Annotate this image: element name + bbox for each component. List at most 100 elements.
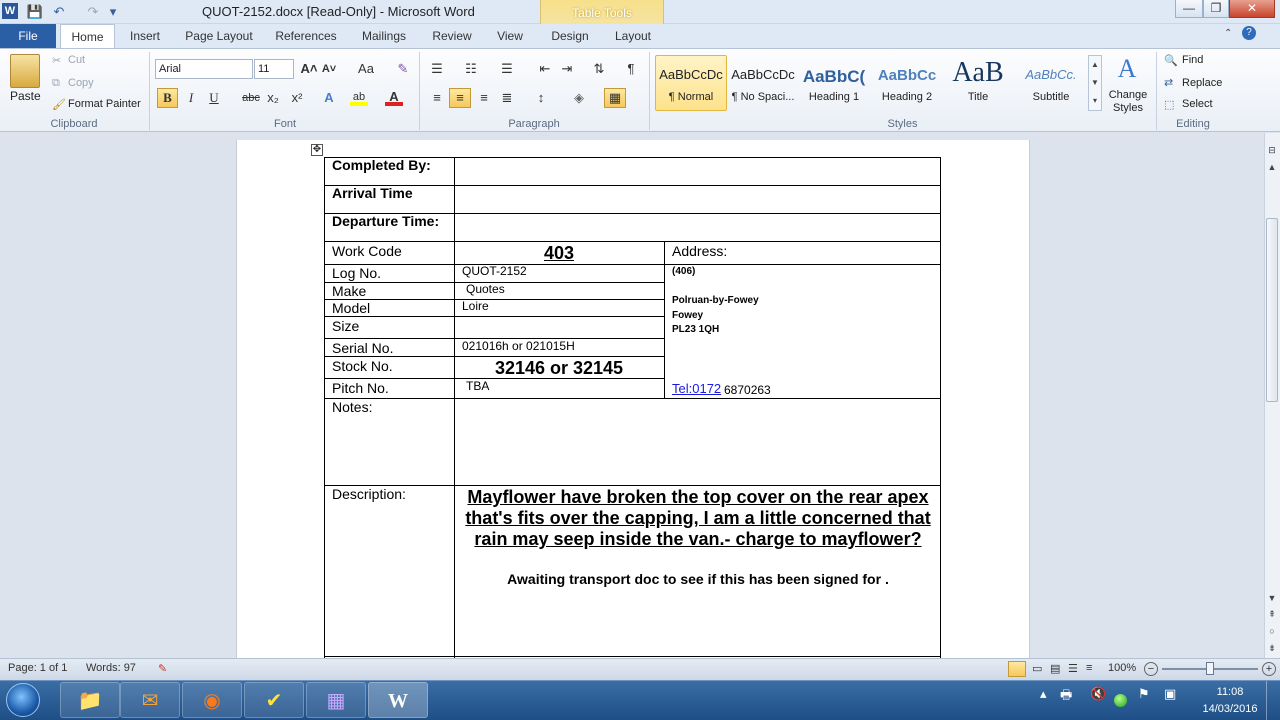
tab-view[interactable]: View	[490, 24, 530, 48]
tab-file[interactable]: File	[0, 24, 56, 48]
style-subtitle[interactable]: AaBbCc. Subtitle	[1016, 55, 1086, 109]
italic-button[interactable]: I	[182, 89, 200, 107]
action-center-flag-icon[interactable]: ⚑	[1138, 686, 1150, 702]
zoom-out-icon[interactable]: −	[1144, 662, 1158, 676]
tab-home[interactable]: Home	[60, 24, 115, 49]
style-title[interactable]: AaB Title	[943, 55, 1013, 109]
customize-quick-access-icon[interactable]: ▾	[104, 3, 122, 21]
underline-button[interactable]: U	[205, 89, 223, 107]
ruler-toggle-icon[interactable]: ⊟	[1265, 143, 1279, 157]
tab-review[interactable]: Review	[426, 24, 478, 48]
numbering-icon[interactable]: ☷	[462, 60, 480, 78]
word-taskbar-icon[interactable]: W	[368, 682, 428, 718]
volume-muted-icon[interactable]: 🔇	[1090, 686, 1106, 702]
format-painter-button[interactable]: Format Painter	[68, 98, 141, 110]
explorer-taskbar-icon[interactable]: 📁	[60, 682, 120, 718]
outline-icon[interactable]: ☰	[1068, 662, 1078, 675]
align-left-icon[interactable]: ≡	[428, 89, 446, 107]
superscript-button[interactable]: x²	[288, 89, 306, 107]
full-screen-reading-icon[interactable]: ▭	[1032, 662, 1042, 675]
printer-tray-icon[interactable]: 🖶	[1060, 686, 1072, 708]
paste-icon[interactable]	[10, 54, 40, 88]
show-hidden-icons[interactable]: ▴	[1040, 686, 1047, 702]
shrink-font-icon[interactable]: A˅	[320, 60, 338, 78]
find-button[interactable]: Find	[1182, 54, 1203, 66]
paste-button[interactable]: Paste	[10, 89, 41, 103]
outlook-taskbar-icon[interactable]: ✉	[120, 682, 180, 718]
clock-date[interactable]: 14/03/2016	[1200, 703, 1260, 715]
help-icon[interactable]: ?	[1242, 26, 1256, 40]
scroll-down-icon[interactable]: ▼	[1265, 591, 1279, 605]
style-heading-1[interactable]: AaBbC( Heading 1	[799, 55, 869, 109]
scroll-thumb[interactable]	[1266, 218, 1278, 402]
tab-mailings[interactable]: Mailings	[354, 24, 414, 48]
bullets-icon[interactable]: ☰	[428, 60, 446, 78]
change-case-icon[interactable]: Aa	[354, 60, 378, 78]
style-no-spacing[interactable]: AaBbCcDc ¶ No Spaci...	[728, 55, 798, 109]
firefox-taskbar-icon[interactable]: ◉	[182, 682, 242, 718]
highlight-icon[interactable]: ab	[350, 88, 368, 106]
cut-button[interactable]: Cut	[68, 54, 85, 66]
font-size-combo[interactable]: 11	[254, 59, 294, 79]
next-page-icon[interactable]: ⇟	[1265, 641, 1279, 655]
clock-time[interactable]: 11:08	[1208, 686, 1252, 698]
borders-icon[interactable]: ▦	[604, 88, 626, 108]
start-button[interactable]	[6, 683, 40, 717]
align-center-icon[interactable]: ≡	[449, 88, 471, 108]
grow-font-icon[interactable]: A˄	[300, 60, 318, 78]
word-app-icon[interactable]: W	[2, 3, 18, 19]
multilevel-list-icon[interactable]: ☰	[498, 60, 516, 78]
previous-page-icon[interactable]: ⇞	[1265, 607, 1279, 621]
tab-layout[interactable]: Layout	[608, 24, 658, 48]
increase-indent-icon[interactable]: ⇥	[558, 60, 576, 78]
zoom-slider-thumb[interactable]	[1206, 662, 1214, 675]
replace-button[interactable]: Replace	[1182, 77, 1222, 89]
word-count[interactable]: Words: 97	[86, 662, 136, 674]
table-move-handle-icon[interactable]: ✥	[311, 144, 323, 156]
redo-icon[interactable]: ↷	[84, 3, 102, 21]
web-layout-icon[interactable]: ▤	[1050, 662, 1060, 675]
network-icon[interactable]: ▣	[1164, 686, 1176, 702]
ribbon-collapse-icon[interactable]: ⌃	[1224, 28, 1232, 39]
undo-icon[interactable]: ↶	[50, 3, 68, 21]
tab-design[interactable]: Design	[544, 24, 596, 48]
draft-icon[interactable]: ≡	[1086, 662, 1092, 674]
show-hide-icon[interactable]: ¶	[622, 60, 640, 78]
status-green-icon[interactable]	[1114, 694, 1127, 707]
align-right-icon[interactable]: ≡	[475, 89, 493, 107]
strikethrough-button[interactable]: abc	[240, 89, 262, 107]
tab-insert[interactable]: Insert	[124, 24, 166, 48]
minimize-button[interactable]: —	[1175, 0, 1203, 18]
tab-references[interactable]: References	[270, 24, 342, 48]
font-color-icon[interactable]: A	[385, 88, 403, 106]
close-button[interactable]: ✕	[1229, 0, 1275, 18]
style-heading-2[interactable]: AaBbCc Heading 2	[872, 55, 942, 109]
tab-page-layout[interactable]: Page Layout	[180, 24, 258, 48]
copy-button[interactable]: Copy	[68, 77, 94, 89]
text-effects-icon[interactable]: A	[320, 89, 338, 107]
browse-object-icon[interactable]: ○	[1265, 624, 1279, 638]
style-normal[interactable]: AaBbCcDc ¶ Normal	[656, 55, 726, 109]
calendar-app-taskbar-icon[interactable]: ▦	[306, 682, 366, 718]
print-layout-icon[interactable]	[1008, 661, 1026, 677]
proofing-icon[interactable]: ✎	[158, 662, 167, 675]
telephone-link[interactable]: Tel:0172	[672, 381, 721, 396]
page-count[interactable]: Page: 1 of 1	[8, 662, 67, 674]
sort-icon[interactable]: ⇅	[590, 60, 608, 78]
styles-gallery-scroll[interactable]: ▲ ▼ ▾	[1088, 55, 1102, 111]
show-desktop-button[interactable]	[1266, 681, 1280, 720]
bold-button[interactable]: B	[157, 88, 178, 108]
font-family-combo[interactable]: Arial	[155, 59, 253, 79]
subscript-button[interactable]: x₂	[264, 89, 282, 107]
line-spacing-icon[interactable]: ↕	[532, 89, 550, 107]
maximize-button[interactable]: ❐	[1203, 0, 1229, 18]
clear-formatting-icon[interactable]: ✎	[394, 60, 412, 78]
scroll-up-icon[interactable]: ▲	[1265, 160, 1279, 174]
shading-icon[interactable]: ◈	[570, 89, 588, 107]
change-styles-button[interactable]: Change Styles	[1106, 89, 1150, 115]
norton-taskbar-icon[interactable]: ✔	[244, 682, 304, 718]
zoom-level[interactable]: 100%	[1108, 662, 1136, 674]
select-button[interactable]: Select	[1182, 98, 1213, 110]
decrease-indent-icon[interactable]: ⇤	[536, 60, 554, 78]
zoom-in-icon[interactable]: +	[1262, 662, 1276, 676]
